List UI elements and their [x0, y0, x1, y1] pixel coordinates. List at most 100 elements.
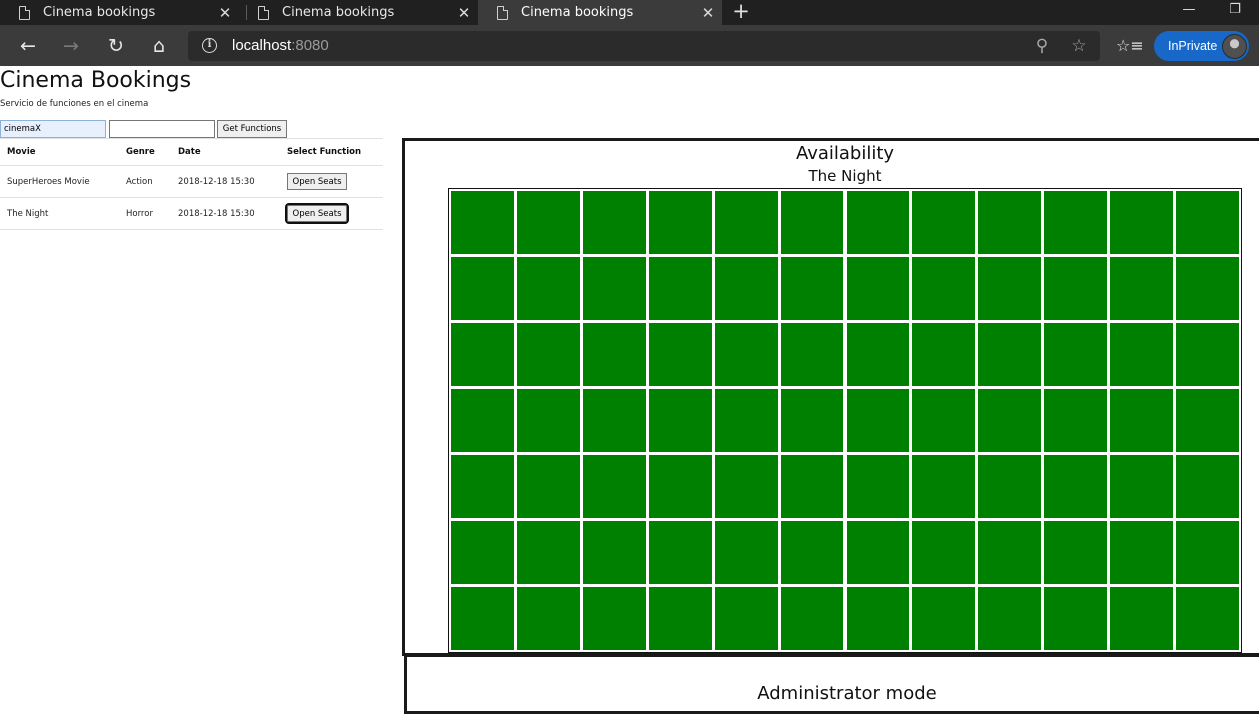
seat-r2-c5[interactable]: [714, 257, 778, 320]
seat-r6-c10[interactable]: [1044, 521, 1108, 584]
seat-r4-c8[interactable]: [912, 389, 976, 452]
seat-r4-c11[interactable]: [1110, 389, 1174, 452]
seat-r7-c10[interactable]: [1044, 587, 1108, 650]
maximize-icon[interactable]: ❐: [1220, 0, 1250, 25]
star-icon[interactable]: ☆: [1067, 34, 1091, 58]
date-input[interactable]: [109, 120, 215, 138]
seat-r4-c1[interactable]: [451, 389, 514, 452]
seat-r4-c9[interactable]: [978, 389, 1042, 452]
seat-r7-c4[interactable]: [648, 587, 712, 650]
seat-r1-c2[interactable]: [516, 191, 580, 254]
seat-r6-c5[interactable]: [714, 521, 778, 584]
seat-r1-c3[interactable]: [582, 191, 646, 254]
seat-r6-c3[interactable]: [582, 521, 646, 584]
seat-r6-c2[interactable]: [516, 521, 580, 584]
seat-r5-c11[interactable]: [1110, 455, 1174, 518]
seat-r4-c12[interactable]: [1176, 389, 1239, 452]
seat-r1-c11[interactable]: [1110, 191, 1174, 254]
seat-r1-c5[interactable]: [714, 191, 778, 254]
seat-r5-c10[interactable]: [1044, 455, 1108, 518]
seat-r6-c8[interactable]: [912, 521, 976, 584]
seat-r5-c6[interactable]: [780, 455, 844, 518]
seat-r2-c2[interactable]: [516, 257, 580, 320]
seat-r6-c7[interactable]: [846, 521, 910, 584]
seat-r3-c3[interactable]: [582, 323, 646, 386]
browser-tab-2[interactable]: Cinema bookings ✕: [239, 0, 478, 25]
seat-r5-c12[interactable]: [1176, 455, 1239, 518]
seat-r2-c7[interactable]: [846, 257, 910, 320]
info-icon[interactable]: i: [202, 38, 217, 53]
seat-r3-c12[interactable]: [1176, 323, 1239, 386]
seat-r3-c2[interactable]: [516, 323, 580, 386]
seat-r2-c11[interactable]: [1110, 257, 1174, 320]
seat-r7-c2[interactable]: [516, 587, 580, 650]
seat-r5-c9[interactable]: [978, 455, 1042, 518]
seat-r5-c1[interactable]: [451, 455, 514, 518]
seat-r5-c2[interactable]: [516, 455, 580, 518]
seat-r3-c9[interactable]: [978, 323, 1042, 386]
home-icon[interactable]: ⌂: [147, 34, 171, 58]
seat-r2-c6[interactable]: [780, 257, 844, 320]
seat-r3-c6[interactable]: [780, 323, 844, 386]
open-seats-button[interactable]: Open Seats: [287, 173, 347, 190]
minimize-icon[interactable]: —: [1174, 0, 1204, 25]
seat-r5-c4[interactable]: [648, 455, 712, 518]
seat-r2-c9[interactable]: [978, 257, 1042, 320]
seat-r4-c3[interactable]: [582, 389, 646, 452]
seat-r2-c12[interactable]: [1176, 257, 1239, 320]
seat-r4-c2[interactable]: [516, 389, 580, 452]
seat-r7-c5[interactable]: [714, 587, 778, 650]
close-icon[interactable]: ✕: [454, 4, 474, 22]
seat-r1-c6[interactable]: [780, 191, 844, 254]
seat-r4-c4[interactable]: [648, 389, 712, 452]
seat-r4-c10[interactable]: [1044, 389, 1108, 452]
close-icon[interactable]: ✕: [215, 4, 235, 22]
seat-r6-c6[interactable]: [780, 521, 844, 584]
close-icon[interactable]: ✕: [698, 4, 718, 22]
forward-arrow-icon[interactable]: →: [59, 34, 83, 58]
seat-r1-c10[interactable]: [1044, 191, 1108, 254]
seat-r2-c4[interactable]: [648, 257, 712, 320]
seat-r6-c1[interactable]: [451, 521, 514, 584]
seat-r2-c3[interactable]: [582, 257, 646, 320]
seat-r3-c1[interactable]: [451, 323, 514, 386]
seat-r1-c8[interactable]: [912, 191, 976, 254]
get-functions-button[interactable]: Get Functions: [217, 120, 287, 138]
seat-r6-c4[interactable]: [648, 521, 712, 584]
seat-r4-c5[interactable]: [714, 389, 778, 452]
seat-r2-c10[interactable]: [1044, 257, 1108, 320]
favorites-icon[interactable]: ☆≡: [1116, 34, 1144, 58]
inprivate-button[interactable]: InPrivate: [1154, 31, 1249, 61]
refresh-icon[interactable]: ↻: [104, 34, 128, 58]
seat-r3-c10[interactable]: [1044, 323, 1108, 386]
seat-r7-c11[interactable]: [1110, 587, 1174, 650]
open-seats-button[interactable]: Open Seats: [285, 203, 349, 224]
seat-r2-c1[interactable]: [451, 257, 514, 320]
browser-tab-3[interactable]: Cinema bookings ✕: [478, 0, 722, 25]
address-bar[interactable]: i localhost:8080 ⚲ ☆: [188, 31, 1100, 61]
seat-r4-c7[interactable]: [846, 389, 910, 452]
seat-r6-c9[interactable]: [978, 521, 1042, 584]
back-arrow-icon[interactable]: ←: [16, 34, 40, 58]
seat-r7-c9[interactable]: [978, 587, 1042, 650]
seat-r7-c6[interactable]: [780, 587, 844, 650]
url-text[interactable]: localhost:8080: [232, 37, 329, 54]
zoom-icon[interactable]: ⚲: [1030, 34, 1054, 58]
seat-r7-c7[interactable]: [846, 587, 910, 650]
seat-r1-c12[interactable]: [1176, 191, 1239, 254]
seat-r5-c3[interactable]: [582, 455, 646, 518]
seat-r3-c11[interactable]: [1110, 323, 1174, 386]
seat-r1-c7[interactable]: [846, 191, 910, 254]
seat-r1-c9[interactable]: [978, 191, 1042, 254]
seat-r7-c8[interactable]: [912, 587, 976, 650]
seat-r4-c6[interactable]: [780, 389, 844, 452]
seat-r7-c12[interactable]: [1176, 587, 1239, 650]
seat-r5-c5[interactable]: [714, 455, 778, 518]
seat-r1-c4[interactable]: [648, 191, 712, 254]
cinema-name-input[interactable]: [0, 120, 106, 138]
plus-icon[interactable]: +: [731, 0, 751, 25]
seat-r5-c7[interactable]: [846, 455, 910, 518]
seat-r6-c12[interactable]: [1176, 521, 1239, 584]
seat-r5-c8[interactable]: [912, 455, 976, 518]
browser-tab-1[interactable]: Cinema bookings ✕: [0, 0, 239, 25]
